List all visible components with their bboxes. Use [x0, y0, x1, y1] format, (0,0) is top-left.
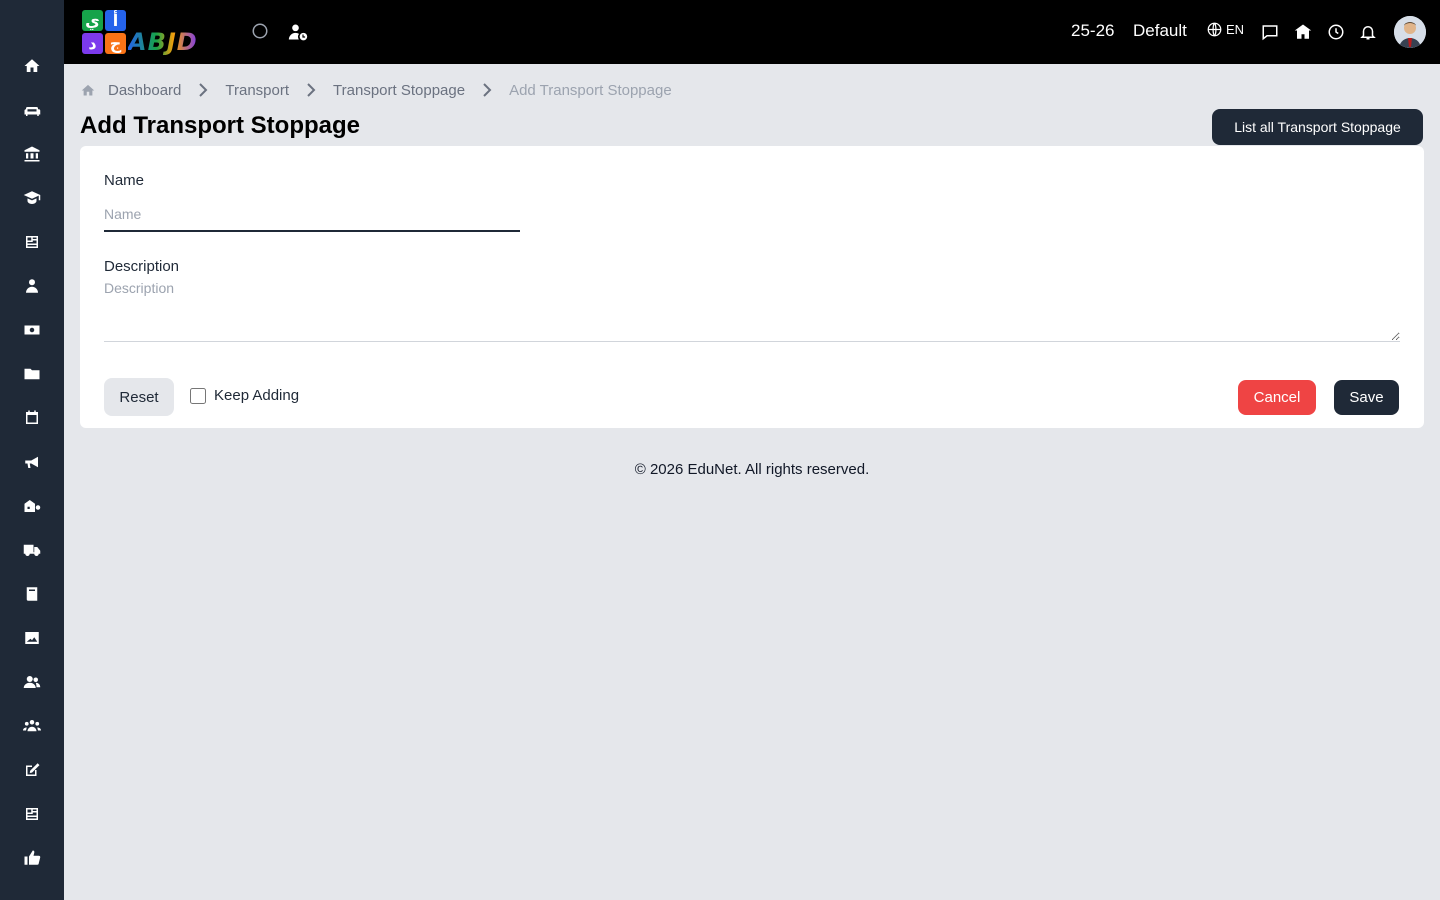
- graduate-icon: [23, 191, 41, 204]
- image-icon: [25, 632, 39, 644]
- school-icon[interactable]: [1292, 22, 1314, 42]
- breadcrumb: Dashboard Transport Transport Stoppage A…: [80, 81, 672, 99]
- clock-icon[interactable]: [1326, 22, 1346, 42]
- cancel-button[interactable]: Cancel: [1238, 380, 1316, 415]
- session-year[interactable]: 25-26: [1071, 21, 1114, 41]
- sidebar-item-rooms[interactable]: [0, 88, 64, 132]
- logo-text: ABJD: [128, 28, 198, 56]
- sidebar-item-students[interactable]: [0, 176, 64, 220]
- list-all-button[interactable]: List all Transport Stoppage: [1212, 109, 1423, 145]
- breadcrumb-label: Dashboard: [108, 81, 182, 99]
- avatar[interactable]: [1394, 16, 1426, 48]
- sidebar-item-files[interactable]: [0, 352, 64, 396]
- name-label: Name: [104, 172, 145, 189]
- reset-button[interactable]: Reset: [104, 378, 174, 416]
- sofa-icon: [24, 107, 41, 116]
- breadcrumb-current: Add Transport Stoppage: [509, 81, 672, 99]
- hostel-icon: [24, 500, 41, 512]
- keep-adding-checkbox[interactable]: [190, 387, 206, 404]
- sidebar-item-groups[interactable]: [0, 704, 64, 748]
- sidebar-item-home[interactable]: [0, 44, 64, 88]
- logo-tile: د: [82, 33, 103, 54]
- language-label: EN: [1226, 22, 1245, 37]
- keep-adding-toggle[interactable]: Keep Adding: [190, 387, 299, 404]
- megaphone-icon: [25, 456, 38, 468]
- bell-icon[interactable]: [1358, 22, 1378, 42]
- keep-adding-label: Keep Adding: [214, 387, 300, 404]
- user-clock-icon[interactable]: [286, 21, 310, 43]
- sidebar-item-exams[interactable]: [0, 748, 64, 792]
- globe-icon: [1207, 22, 1222, 37]
- profile-selector[interactable]: Default: [1133, 21, 1187, 41]
- logo-tile: ج: [105, 33, 126, 54]
- logo-tile: ي: [82, 10, 103, 31]
- newspaper-icon: [26, 236, 38, 248]
- message-icon[interactable]: [1260, 22, 1280, 42]
- chevron-right-icon: [465, 83, 509, 97]
- truck-icon: [23, 544, 41, 556]
- bank-icon: [24, 146, 40, 162]
- teacher-icon: [26, 279, 38, 293]
- logo[interactable]: ي أ د ج ABJD: [80, 8, 226, 56]
- edit-icon: [26, 763, 40, 776]
- group-icon: [23, 720, 41, 732]
- breadcrumb-label: Transport Stoppage: [333, 81, 466, 99]
- sidebar-item-finance[interactable]: [0, 308, 64, 352]
- book-icon: [26, 587, 38, 601]
- sidebar-item-library[interactable]: [0, 572, 64, 616]
- thumbs-up-icon: [24, 850, 41, 865]
- description-label: Description: [104, 258, 180, 275]
- breadcrumb-dashboard[interactable]: Dashboard: [80, 82, 181, 99]
- breadcrumb-label: Transport: [225, 81, 290, 99]
- sidebar-item-news[interactable]: [0, 792, 64, 836]
- news-icon: [26, 808, 38, 820]
- sidebar-item-teachers[interactable]: [0, 264, 64, 308]
- page-title: Add Transport Stoppage: [80, 112, 361, 139]
- language-selector[interactable]: EN: [1207, 22, 1244, 37]
- chevron-right-icon: [289, 83, 333, 97]
- sidebar-item-gallery[interactable]: [0, 616, 64, 660]
- sidebar-item-reports[interactable]: [0, 220, 64, 264]
- circle-icon[interactable]: [250, 21, 270, 41]
- breadcrumb-transport[interactable]: Transport: [225, 82, 289, 99]
- sidebar-item-calendar[interactable]: [0, 396, 64, 440]
- users-icon: [23, 676, 41, 688]
- form-card: Name Description Reset Keep Adding Cance…: [80, 146, 1424, 428]
- sidebar-item-institution[interactable]: [0, 132, 64, 176]
- logo-tile: أ: [105, 10, 126, 31]
- calendar-icon: [26, 410, 38, 424]
- home-icon: [24, 59, 40, 72]
- description-input[interactable]: [104, 280, 1400, 342]
- folder-icon: [24, 368, 40, 380]
- sidebar-item-transport[interactable]: [0, 528, 64, 572]
- sidebar: [0, 0, 64, 900]
- topbar: ي أ د ج ABJD 25-26 Default EN: [64, 0, 1440, 64]
- sidebar-item-feedback[interactable]: [0, 836, 64, 880]
- name-input[interactable]: [104, 198, 520, 232]
- save-button[interactable]: Save: [1334, 380, 1399, 415]
- money-icon: [24, 325, 40, 335]
- sidebar-item-hostel[interactable]: [0, 484, 64, 528]
- breadcrumb-transport-stoppage[interactable]: Transport Stoppage: [333, 82, 465, 99]
- home-icon: [81, 84, 95, 95]
- sidebar-item-announcements[interactable]: [0, 440, 64, 484]
- chevron-right-icon: [181, 83, 225, 97]
- sidebar-item-users[interactable]: [0, 660, 64, 704]
- footer-copyright: © 2026 EduNet. All rights reserved.: [634, 461, 870, 478]
